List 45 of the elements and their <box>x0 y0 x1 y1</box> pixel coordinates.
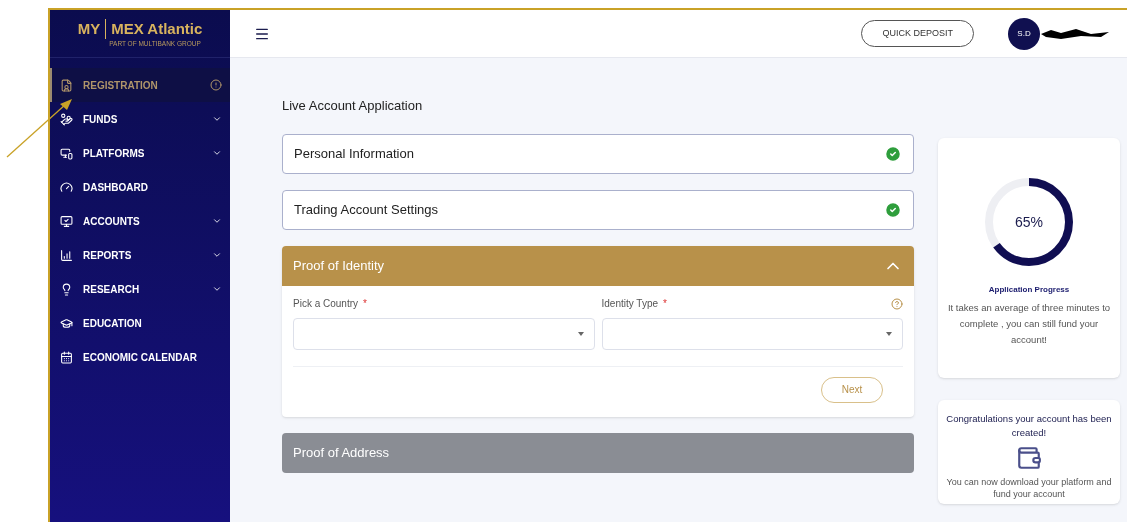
congrats-title: Congratulations your account has been created! <box>946 412 1112 440</box>
avatar[interactable]: S.D <box>1008 17 1040 50</box>
select-field[interactable] <box>293 317 595 350</box>
sidebar-item[interactable]: EDUCATION <box>50 306 230 340</box>
logo-text: MEX Atlantic <box>111 18 203 39</box>
congrats-text: You can now download your platform and fund your account <box>946 476 1112 500</box>
gauge-icon <box>60 180 73 194</box>
section-title: Proof of Identity <box>293 256 385 275</box>
bar-chart-icon <box>60 248 73 262</box>
field-label: Identity Type <box>601 297 659 311</box>
help-icon[interactable] <box>891 297 903 310</box>
devices-icon <box>60 146 73 160</box>
check-icon <box>884 144 902 163</box>
sidebar-item[interactable]: ACCOUNTS <box>50 204 230 238</box>
section-title: Personal Information <box>294 144 414 163</box>
page-title: Live Account Application <box>282 97 424 115</box>
field-label: Pick a Country <box>293 297 359 311</box>
progress-title: Application Progress <box>988 284 1070 296</box>
progress-text: It takes an average of three minutes to complete , you can still fund your account! <box>946 301 1112 347</box>
sidebar-item[interactable]: PLATFORMS <box>50 136 230 170</box>
calendar-icon <box>60 350 73 364</box>
dropdown-caret-icon <box>886 331 892 336</box>
logo-text: MY <box>77 18 101 39</box>
accordion-header[interactable]: Trading Account Settings <box>282 189 914 230</box>
sidebar-item[interactable]: REPORTS <box>50 238 230 272</box>
redaction-mark <box>1041 27 1111 40</box>
wallet-icon <box>1016 445 1042 471</box>
sidebar-item[interactable]: RESEARCH <box>50 272 230 306</box>
graduation-cap-icon <box>60 316 73 330</box>
required-mark: * <box>663 297 667 311</box>
sidebar-item[interactable]: ECONOMIC CALENDAR <box>50 340 230 374</box>
id-card-icon <box>60 78 73 92</box>
sidebar-item[interactable]: FUNDS <box>50 102 230 136</box>
section-title: Proof of Address <box>293 443 390 462</box>
monitor-icon <box>60 214 73 228</box>
section-title: Trading Account Settings <box>294 200 439 219</box>
check-icon <box>884 200 902 219</box>
sidebar-item[interactable]: REGISTRATION <box>50 68 230 102</box>
select-field[interactable] <box>601 317 903 350</box>
accordion-header[interactable]: Personal Information <box>282 133 914 174</box>
sidebar-item[interactable]: DASHBOARD <box>50 170 230 204</box>
lightbulb-icon <box>60 282 73 296</box>
dropdown-caret-icon <box>577 331 584 336</box>
required-mark: * <box>363 297 367 311</box>
progress-value: 65% <box>1014 212 1044 232</box>
